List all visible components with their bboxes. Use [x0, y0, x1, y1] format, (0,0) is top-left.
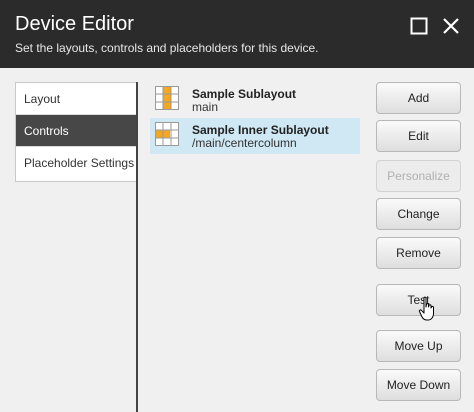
list-item[interactable]: Sample Sublayout main — [150, 82, 360, 118]
vertical-divider — [136, 82, 138, 412]
item-path: /main/centercolumn — [192, 136, 297, 150]
tab-controls[interactable]: Controls — [16, 115, 136, 147]
maximize-icon[interactable] — [410, 17, 428, 35]
add-button[interactable]: Add — [376, 82, 461, 114]
tab-placeholder-settings[interactable]: Placeholder Settings — [16, 147, 136, 179]
tab-list: Layout Controls Placeholder Settings — [15, 82, 137, 182]
list-item[interactable]: Sample Inner Sublayout /main/centercolum… — [150, 118, 360, 154]
dialog-header: Device Editor Set the layouts, controls … — [0, 0, 474, 68]
close-icon[interactable] — [441, 16, 461, 36]
tab-layout[interactable]: Layout — [16, 83, 136, 115]
edit-button[interactable]: Edit — [376, 120, 461, 152]
remove-button[interactable]: Remove — [376, 237, 461, 269]
sublayout-grid-icon — [155, 122, 179, 146]
controls-list: Sample Sublayout main Sample Inner Subla… — [150, 82, 360, 154]
dialog-subtitle: Set the layouts, controls and placeholde… — [15, 41, 319, 55]
sublayout-grid-icon — [155, 86, 179, 110]
item-path: main — [192, 100, 219, 114]
move-down-button[interactable]: Move Down — [376, 369, 461, 401]
personalize-button[interactable]: Personalize — [376, 160, 461, 192]
item-title: Sample Sublayout — [192, 87, 297, 101]
dialog-title: Device Editor — [15, 13, 134, 35]
change-button[interactable]: Change — [376, 198, 461, 230]
move-up-button[interactable]: Move Up — [376, 330, 461, 362]
test-button[interactable]: Test — [376, 284, 461, 316]
item-title: Sample Inner Sublayout — [192, 123, 329, 137]
